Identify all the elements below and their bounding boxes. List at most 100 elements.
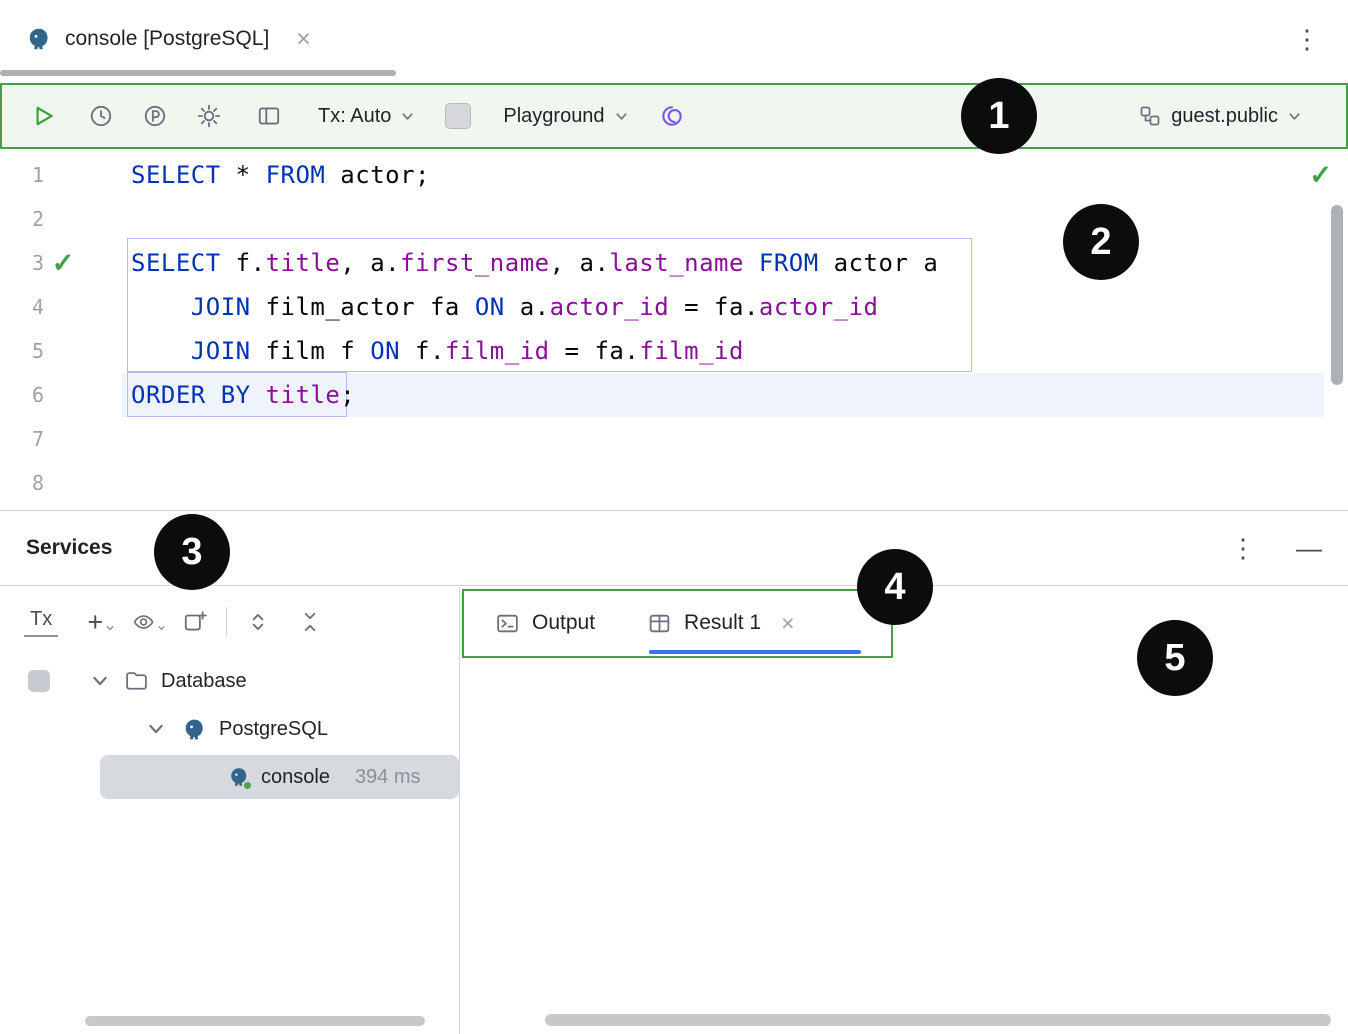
postgresql-icon: [182, 717, 207, 742]
code-lines[interactable]: SELECT * FROM actor; SELECT f.title, a.fi…: [131, 153, 1324, 505]
tab-console-postgresql[interactable]: console [PostgreSQL] ×: [16, 12, 321, 66]
session-button[interactable]: [655, 99, 689, 133]
folder-icon: [124, 669, 149, 694]
tree-item-label: PostgreSQL: [219, 718, 328, 741]
checkbox[interactable]: [28, 670, 50, 692]
clock-icon: [88, 103, 114, 129]
tab-close-icon[interactable]: ×: [781, 610, 794, 637]
chevron-down-icon: [105, 623, 115, 633]
tree-item-console[interactable]: console 394 ms: [0, 753, 459, 801]
annotation-badge-1: 1: [961, 78, 1037, 154]
tree-item-postgresql[interactable]: PostgreSQL: [0, 705, 459, 753]
tree-item-database[interactable]: Database: [0, 657, 459, 705]
statement-success-check-icon: ✓: [48, 241, 78, 285]
line-number: 2: [0, 197, 44, 241]
plus-icon: +: [87, 609, 103, 636]
chevron-down-icon: [614, 109, 629, 124]
services-horizontal-scrollbar[interactable]: [85, 1016, 425, 1026]
console-toolbar: Tx: Auto Playground guest.public: [0, 83, 1348, 149]
history-button[interactable]: [84, 99, 118, 133]
annotation-badge-3: 3: [154, 514, 230, 590]
annotation-badge-2: 2: [1063, 204, 1139, 280]
line-number: 1: [0, 153, 44, 197]
collapse-all-button[interactable]: [293, 605, 327, 639]
collapse-all-icon: [297, 609, 323, 635]
execution-time-label: 394 ms: [355, 766, 421, 789]
selected-tree-row[interactable]: console 394 ms: [100, 755, 459, 799]
table-horizontal-scrollbar[interactable]: [545, 1014, 1331, 1026]
view-options-button[interactable]: [132, 605, 166, 639]
services-toolbar: Tx +: [0, 587, 459, 657]
play-icon: [30, 103, 56, 129]
chevron-down-icon[interactable]: [90, 671, 110, 691]
results-panel: Output Result 1 ×: [461, 587, 1348, 1034]
eye-icon: [132, 609, 155, 635]
code-line[interactable]: [131, 461, 1324, 505]
terminal-icon: [495, 611, 520, 636]
table-icon: [647, 611, 672, 636]
playground-label: Playground: [503, 105, 604, 128]
chevron-down-icon: [157, 623, 166, 633]
active-tab-underline: [649, 650, 861, 654]
annotation-badge-5: 5: [1137, 620, 1213, 696]
profile-button[interactable]: [138, 99, 172, 133]
connected-status-dot: [243, 781, 252, 790]
stop-icon: [445, 103, 471, 129]
code-line[interactable]: SELECT * FROM actor;: [131, 153, 1324, 197]
line-number: 4: [0, 285, 44, 329]
run-button[interactable]: [26, 99, 60, 133]
services-tree-panel: Tx +: [0, 587, 460, 1034]
tx-mode-label: Tx: Auto: [318, 105, 391, 128]
chevron-down-icon: [400, 109, 415, 124]
tx-filter-button[interactable]: Tx: [24, 608, 58, 637]
services-title: Services: [26, 536, 112, 560]
services-minimize-icon[interactable]: —: [1296, 535, 1322, 561]
sql-editor[interactable]: 12345678 ✓ SELECT * FROM actor;SELECT f.…: [0, 149, 1348, 510]
window-plus-icon: [182, 609, 208, 635]
tx-mode-dropdown[interactable]: Tx: Auto: [318, 105, 415, 128]
add-button[interactable]: +: [84, 605, 118, 639]
line-number: 5: [0, 329, 44, 373]
tab-close-icon[interactable]: ×: [296, 27, 311, 52]
line-number: 3: [0, 241, 44, 285]
tree-item-label: Database: [161, 670, 247, 693]
console-session-icon: [228, 766, 250, 788]
expand-all-icon: [245, 609, 271, 635]
schema-selector[interactable]: guest.public: [1138, 104, 1302, 128]
chevron-down-icon[interactable]: [146, 719, 166, 739]
tree-item-label: console: [261, 766, 330, 789]
expand-all-button[interactable]: [241, 605, 275, 639]
tabbar-menu-icon[interactable]: ⋮: [1294, 26, 1320, 52]
tab-output[interactable]: Output: [487, 587, 603, 659]
chevron-down-icon: [1287, 109, 1302, 124]
code-line[interactable]: ORDER BY title;: [131, 373, 1324, 417]
tab-result-label: Result 1: [684, 611, 761, 635]
p-circle-icon: [142, 103, 168, 129]
code-line[interactable]: JOIN film_actor fa ON a.actor_id = fa.ac…: [131, 285, 1324, 329]
code-line[interactable]: [131, 197, 1324, 241]
playground-dropdown[interactable]: Playground: [503, 105, 628, 128]
postgresql-icon: [26, 26, 52, 52]
code-line[interactable]: JOIN film f ON f.film_id = fa.film_id: [131, 329, 1324, 373]
editor-layout-button[interactable]: [252, 99, 286, 133]
tab-result-1[interactable]: Result 1 ×: [639, 587, 802, 659]
line-number: 7: [0, 417, 44, 461]
open-in-new-tab-button[interactable]: [178, 605, 212, 639]
services-options-icon[interactable]: ⋮: [1230, 535, 1256, 561]
settings-button[interactable]: [192, 99, 226, 133]
tab-output-label: Output: [532, 611, 595, 635]
annotation-badge-4: 4: [857, 549, 933, 625]
editor-tabbar: console [PostgreSQL] × ⋮: [0, 0, 1348, 76]
session-swirl-icon: [659, 103, 685, 129]
line-number: 6: [0, 373, 44, 417]
code-line[interactable]: [131, 417, 1324, 461]
schema-label: guest.public: [1171, 105, 1278, 128]
datagrip-window: console [PostgreSQL] × ⋮ Tx: Auto Playgr…: [0, 0, 1348, 1034]
gear-icon: [196, 103, 222, 129]
schema-nodes-icon: [1138, 104, 1162, 128]
split-panel-icon: [256, 103, 282, 129]
editor-vertical-scrollbar[interactable]: [1331, 205, 1343, 385]
tab-scroll-indicator[interactable]: [0, 70, 396, 76]
code-line[interactable]: SELECT f.title, a.first_name, a.last_nam…: [131, 241, 1324, 285]
toolbar-divider: [226, 607, 227, 637]
